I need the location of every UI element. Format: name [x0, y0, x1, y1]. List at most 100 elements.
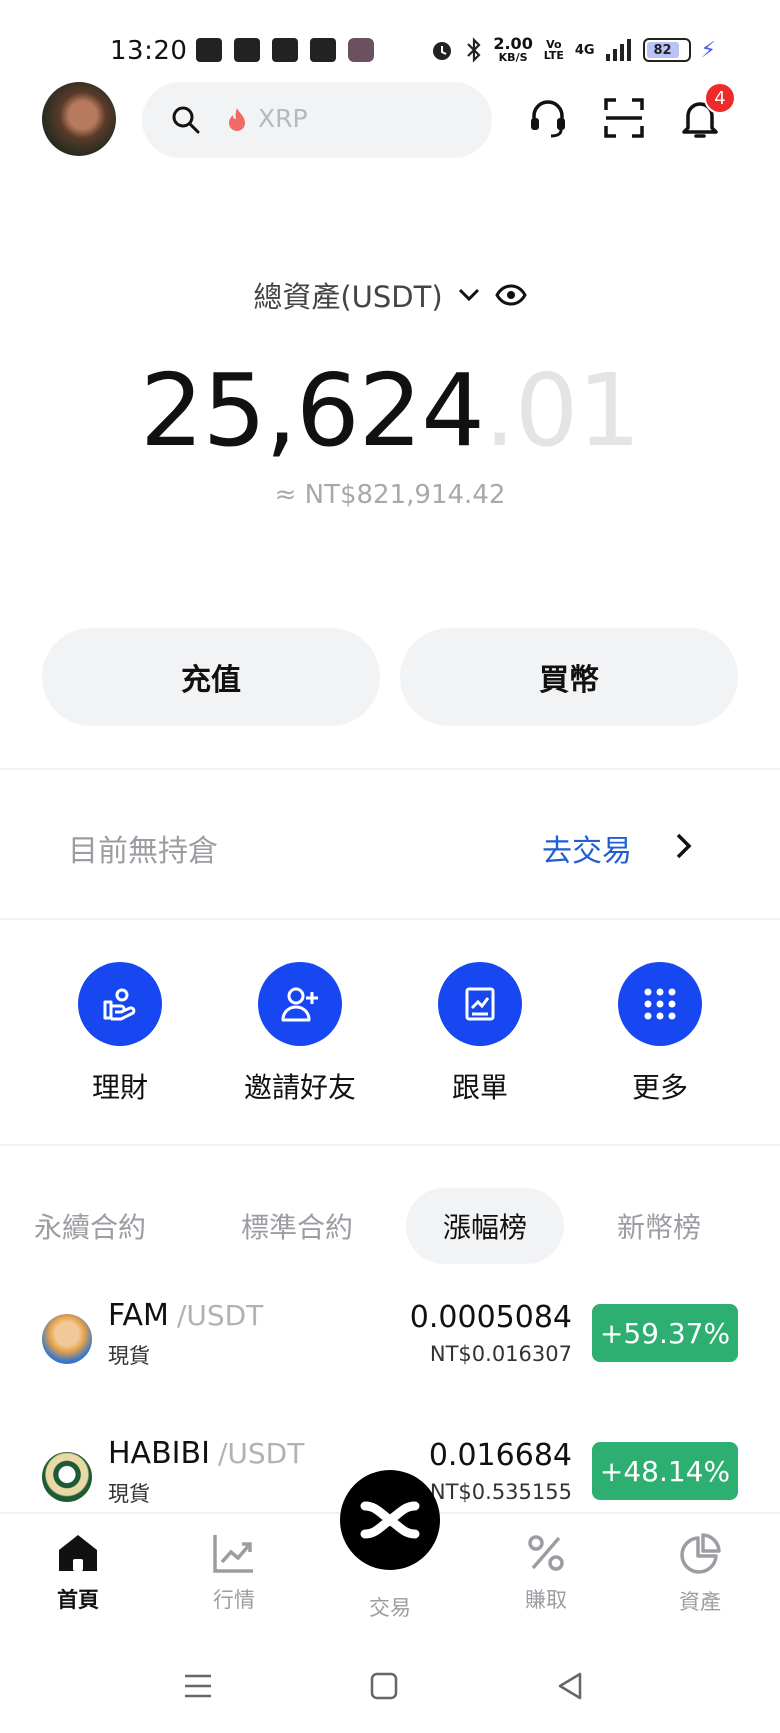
no-position-text: 目前無持倉	[68, 834, 218, 869]
mail-icon	[310, 38, 336, 62]
search-icon	[172, 106, 200, 134]
shortcut-finance[interactable]: 理財	[40, 962, 200, 1106]
header: XRP 4	[0, 76, 780, 166]
pair-base: HABIBI/USDT	[108, 1436, 304, 1471]
deposit-button[interactable]: 充值	[42, 628, 380, 726]
tab-perpetual[interactable]: 永續合約	[20, 1188, 160, 1264]
status-bar: 13:20 2.00 KB/S Vo LTE 4G 82 ⚡	[0, 0, 780, 70]
system-nav-bar	[0, 1640, 780, 1733]
tab-top-gainers[interactable]: 漲幅榜	[406, 1188, 564, 1264]
shortcut-label: 邀請好友	[243, 1071, 356, 1104]
notification-badge: 4	[704, 82, 736, 114]
alarm-icon	[433, 42, 452, 60]
balance-decimal: .01	[483, 352, 641, 469]
balance-amount: 25,624.01	[0, 352, 780, 469]
chevron-right-icon[interactable]	[670, 830, 696, 862]
pair-base-symbol: HABIBI	[108, 1436, 210, 1471]
divider	[0, 768, 780, 770]
grid-dots-icon	[644, 988, 676, 1020]
trade-fab-button[interactable]	[340, 1470, 440, 1570]
webtoon-icon	[234, 38, 260, 62]
menu-icon	[185, 1674, 211, 1698]
notification-icons	[196, 38, 374, 62]
fam-logo-icon	[42, 1314, 92, 1364]
nav-label: 首頁	[57, 1588, 99, 1612]
shortcut-invite[interactable]: 邀請好友	[220, 962, 380, 1106]
net-speed-unit: KB/S	[498, 51, 528, 64]
home-icon	[59, 1535, 97, 1571]
volte-label: Vo LTE	[543, 38, 564, 62]
shortcut-icon-circle	[258, 962, 342, 1046]
system-back-button[interactable]	[550, 1666, 590, 1706]
battery-icon: 82	[642, 38, 691, 62]
balance-label: 總資產(USDT)	[253, 280, 443, 314]
list-item[interactable]: FAM/USDT 現貨 0.0005084 NT$0.016307 +59.37…	[0, 1296, 780, 1386]
trade-logo-icon	[360, 1501, 420, 1539]
app-notification-icon	[272, 38, 298, 62]
charging-icon: ⚡	[700, 37, 716, 63]
price: 0.0005084	[409, 1300, 572, 1335]
status-right: 2.00 KB/S Vo LTE 4G 82 ⚡	[429, 36, 716, 64]
notifications-button[interactable]: 4	[672, 82, 736, 146]
fire-icon	[229, 108, 245, 131]
eye-icon[interactable]	[494, 283, 527, 307]
change-badge: +48.14%	[592, 1442, 738, 1500]
price-fiat: NT$0.535155	[429, 1480, 572, 1504]
shortcut-more[interactable]: 更多	[580, 962, 740, 1106]
search-placeholder: XRP	[258, 104, 308, 133]
balance-integer: 25,624	[140, 352, 485, 469]
percent-icon	[528, 1535, 564, 1571]
market-type: 現貨	[108, 1344, 150, 1368]
square-icon	[370, 1672, 398, 1700]
network-label: 4G	[574, 42, 595, 58]
go-trade-link[interactable]: 去交易	[542, 826, 632, 870]
habibi-logo-icon	[42, 1452, 92, 1502]
system-menu-button[interactable]	[178, 1666, 218, 1706]
market-tabs: 永續合約 標準合約 漲幅榜 新幣榜	[0, 1188, 780, 1264]
bluetooth-icon	[467, 37, 481, 63]
shortcut-label: 跟單	[451, 1071, 508, 1104]
signal-icon	[605, 39, 631, 61]
tab-standard[interactable]: 標準合約	[222, 1188, 372, 1264]
shortcut-label: 理財	[91, 1071, 148, 1104]
price-fiat: NT$0.016307	[429, 1342, 572, 1366]
divider	[0, 1144, 780, 1146]
pie-chart-icon	[680, 1533, 721, 1574]
market-type: 現貨	[108, 1482, 150, 1506]
shortcut-copy-trade[interactable]: 跟單	[400, 962, 560, 1106]
pair-quote: /USDT	[176, 1299, 264, 1332]
scan-button[interactable]	[596, 90, 652, 146]
avatar-notification-icon	[348, 38, 374, 62]
pair-base: FAM/USDT	[108, 1298, 263, 1333]
chart-trend-icon	[213, 1535, 253, 1573]
user-avatar[interactable]	[42, 82, 116, 156]
nav-home[interactable]: 首頁	[18, 1532, 138, 1614]
chevron-down-icon[interactable]	[457, 283, 481, 307]
headset-icon	[531, 100, 565, 138]
tab-new-listings[interactable]: 新幣榜	[600, 1188, 718, 1264]
balance-fiat: ≈ NT$821,914.42	[274, 480, 506, 510]
copy-trade-icon	[465, 987, 495, 1021]
nav-markets[interactable]: 行情	[174, 1532, 294, 1614]
back-triangle-icon	[558, 1672, 582, 1700]
scan-icon	[604, 98, 644, 138]
finance-hand-icon	[103, 988, 136, 1021]
net-speed: 2.00 KB/S	[493, 36, 532, 64]
net-speed-value: 2.00	[493, 34, 533, 53]
nav-label-trade: 交易	[369, 1596, 411, 1620]
buy-crypto-button[interactable]: 買幣	[400, 628, 738, 726]
search-input[interactable]: XRP	[142, 82, 492, 158]
battery-level: 82	[646, 42, 679, 58]
shortcut-label: 更多	[631, 1071, 688, 1104]
nav-assets[interactable]: 資產	[640, 1532, 760, 1616]
system-home-button[interactable]	[364, 1666, 404, 1706]
support-button[interactable]	[520, 90, 576, 146]
invite-user-icon	[281, 987, 318, 1022]
pair-base-symbol: FAM	[108, 1298, 169, 1333]
divider	[0, 918, 780, 920]
gamepad-icon	[196, 38, 222, 62]
nav-earn[interactable]: 賺取	[486, 1532, 606, 1614]
change-badge: +59.37%	[592, 1304, 738, 1362]
nav-label: 賺取	[525, 1588, 567, 1612]
balance-label-row: 總資產(USDT)	[0, 274, 780, 316]
